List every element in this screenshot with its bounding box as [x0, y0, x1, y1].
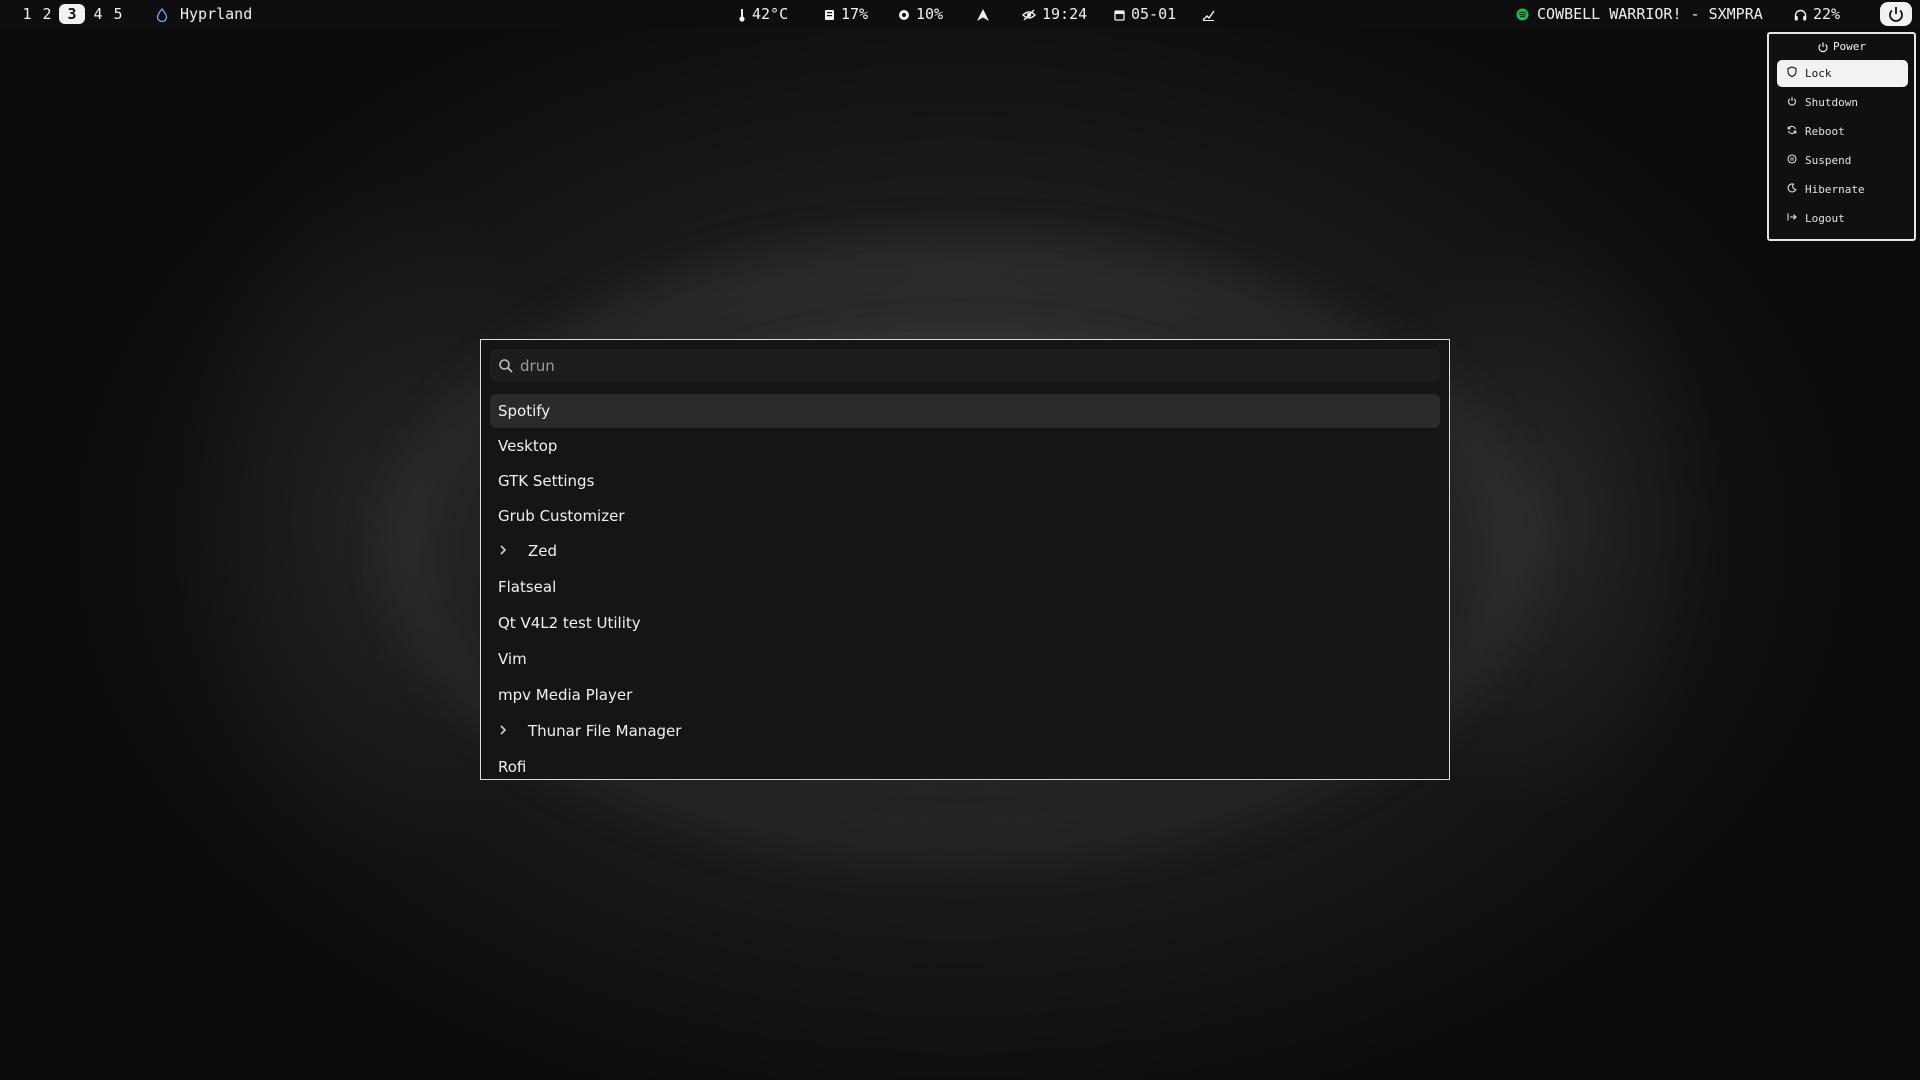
search-icon — [499, 359, 513, 373]
result-vim[interactable]: Vim — [490, 642, 1440, 676]
result-zed[interactable]: Zed — [490, 534, 1440, 568]
volume-module[interactable]: 22% — [1794, 0, 1840, 28]
temperature-module[interactable]: 42°C — [738, 0, 788, 28]
result-qt-v4l2[interactable]: Qt V4L2 test Utility — [490, 606, 1440, 640]
memory-icon — [825, 9, 834, 20]
cpu-module[interactable]: 10% — [898, 0, 943, 28]
chevron-right-icon — [500, 725, 507, 735]
check-icon — [1202, 10, 1215, 21]
power-item-reboot[interactable]: Reboot — [1777, 118, 1908, 145]
result-gtk-settings[interactable]: GTK Settings — [490, 464, 1440, 498]
app-launcher: Spotify Vesktop GTK Settings Grub Custom… — [480, 339, 1450, 780]
power-item-logout[interactable]: Logout — [1777, 205, 1908, 232]
arch-launcher[interactable] — [976, 0, 996, 28]
updates-module[interactable] — [1202, 0, 1221, 28]
power-icon — [1818, 42, 1828, 53]
power-menu: Power Lock Shutdown Reboot Suspend Hiber… — [1767, 32, 1916, 241]
result-grub-customizer[interactable]: Grub Customizer — [490, 499, 1440, 533]
result-mpv[interactable]: mpv Media Player — [490, 678, 1440, 712]
result-vesktop[interactable]: Vesktop — [490, 429, 1440, 463]
power-menu-title: Power — [1769, 38, 1914, 56]
shield-icon — [1787, 66, 1797, 78]
power-item-hibernate[interactable]: Hibernate — [1777, 176, 1908, 203]
workspace-1[interactable]: 1 — [18, 4, 36, 24]
spotify-icon — [1516, 8, 1529, 21]
logout-icon — [1787, 213, 1797, 221]
power-button[interactable] — [1880, 2, 1912, 26]
moon-icon — [1787, 183, 1797, 193]
search-input[interactable] — [520, 349, 1420, 382]
result-rofi[interactable]: Rofi — [490, 750, 1440, 779]
headphones-icon — [1794, 9, 1807, 20]
power-item-suspend[interactable]: Suspend — [1777, 147, 1908, 174]
window-title: Hyprland — [156, 0, 252, 28]
memory-module[interactable]: 17% — [824, 0, 868, 28]
result-flatseal[interactable]: Flatseal — [490, 570, 1440, 604]
droplet-icon — [156, 7, 168, 22]
eye-off-icon — [1022, 9, 1036, 20]
cpu-icon — [899, 9, 909, 20]
refresh-icon — [1787, 125, 1797, 135]
chevron-right-icon — [500, 545, 507, 555]
clock-module[interactable]: 19:24 — [1022, 0, 1087, 28]
top-bar: 1 2 3 4 5 Hyprland 42°C 17% 10% 19:24 05… — [0, 0, 1920, 28]
workspace-4[interactable]: 4 — [89, 4, 107, 24]
calendar-icon — [1114, 9, 1125, 21]
arch-icon — [977, 8, 989, 21]
thermometer-icon — [739, 8, 745, 22]
media-module[interactable]: COWBELL WARRIOR! - SXMPRA — [1516, 0, 1763, 28]
power-icon — [1787, 97, 1797, 106]
pause-icon — [1787, 154, 1797, 164]
workspace-3[interactable]: 3 — [59, 4, 85, 24]
result-spotify[interactable]: Spotify — [490, 394, 1440, 428]
result-thunar[interactable]: Thunar File Manager — [490, 714, 1440, 748]
power-item-shutdown[interactable]: Shutdown — [1777, 89, 1908, 116]
power-icon — [1889, 7, 1903, 22]
power-item-lock[interactable]: Lock — [1777, 60, 1908, 87]
workspace-5[interactable]: 5 — [109, 4, 127, 24]
search-bar — [490, 349, 1440, 382]
workspace-2[interactable]: 2 — [38, 4, 56, 24]
date-module[interactable]: 05-01 — [1114, 0, 1176, 28]
